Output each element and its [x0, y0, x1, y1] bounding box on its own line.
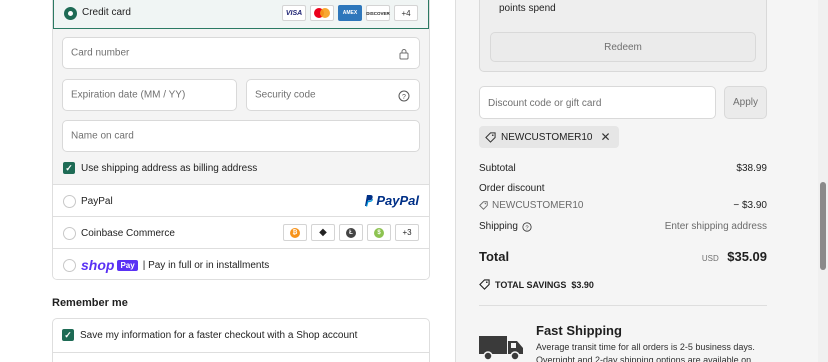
paypal-logo: PayPal — [363, 193, 419, 208]
applied-discount-chip: NEWCUSTOMER10 ✕ — [479, 126, 619, 148]
ethereum-icon: ◆ — [311, 224, 335, 241]
truck-icon — [479, 336, 523, 361]
coinbase-radio[interactable] — [63, 227, 76, 240]
more-cards-badge: +4 — [394, 5, 418, 21]
paypal-option[interactable]: PayPal PayPal — [53, 185, 429, 217]
scrollbar-thumb[interactable] — [820, 182, 826, 270]
shop-pay-text: | Pay in full or in installments — [142, 259, 270, 271]
currency-code: USD — [701, 254, 719, 263]
discount-input[interactable]: Discount code or gift card — [479, 86, 716, 119]
shop-pay-option[interactable]: shop Pay | Pay in full or in installment… — [53, 249, 429, 279]
tag-icon — [485, 131, 496, 143]
subtotal-row: Subtotal $38.99 — [479, 163, 767, 174]
rewards-box: points spend Redeem — [479, 0, 767, 72]
name-on-card-field[interactable]: Name on card — [62, 120, 420, 152]
credit-card-option[interactable]: Credit card VISA AMEX DISCOVER +4 — [53, 0, 429, 29]
card-number-field[interactable]: Card number — [62, 37, 420, 69]
savings-value: $3.90 — [571, 279, 594, 290]
checkout-form: Credit card VISA AMEX DISCOVER +4 Card n… — [0, 0, 455, 362]
credit-card-label: Credit card — [82, 7, 131, 18]
lock-icon — [399, 49, 409, 60]
shipping-row: Shipping ? Enter shipping address — [479, 221, 767, 232]
discount-code-row: NEWCUSTOMER10 − $3.90 — [479, 200, 767, 211]
visa-icon: VISA — [282, 5, 306, 21]
save-info-label: Save my information for a faster checkou… — [80, 330, 358, 341]
mastercard-icon — [310, 5, 334, 21]
shop-pay-radio[interactable] — [63, 259, 76, 272]
scrollbar[interactable] — [818, 0, 828, 362]
total-value: $35.09 — [727, 249, 767, 264]
summary-divider — [479, 305, 767, 306]
billing-checkbox[interactable]: ✓ — [63, 162, 75, 174]
tag-icon — [479, 201, 488, 210]
remove-discount-icon[interactable]: ✕ — [601, 130, 611, 144]
security-code-field[interactable]: Security code ? — [246, 79, 420, 111]
shipping-info-title: Fast Shipping — [536, 323, 622, 338]
shop-pay-logo: shop Pay | Pay in full or in installment… — [81, 257, 270, 273]
crypto-logos: ₿ ◆ Ł $ +3 — [283, 224, 419, 241]
order-summary: points spend Redeem Discount code or gif… — [455, 0, 828, 362]
order-discount-row: Order discount — [479, 183, 545, 194]
discount-value: − $3.90 — [733, 200, 767, 211]
help-icon[interactable]: ? — [398, 90, 410, 102]
shipping-value: Enter shipping address — [664, 221, 767, 232]
total-row: Total USD $35.09 — [479, 248, 767, 266]
save-info-checkbox[interactable]: ✓ — [62, 329, 74, 341]
remember-me-title: Remember me — [52, 297, 128, 309]
bitcoin-cash-icon: $ — [367, 224, 391, 241]
apply-button[interactable]: Apply — [724, 86, 767, 119]
points-text: points spend — [499, 3, 556, 14]
total-label: Total — [479, 249, 510, 264]
help-icon[interactable]: ? — [522, 221, 532, 232]
expiration-field[interactable]: Expiration date (MM / YY) — [62, 79, 237, 111]
amex-icon: AMEX — [338, 5, 362, 21]
paypal-label: PayPal — [81, 196, 113, 207]
credit-card-form: Card number Expiration date (MM / YY) Se… — [53, 29, 429, 185]
more-crypto-badge: +3 — [395, 224, 419, 241]
subtotal-value: $38.99 — [736, 163, 767, 174]
remember-me-box: ✓ Save my information for a faster check… — [52, 318, 430, 362]
billing-checkbox-label: Use shipping address as billing address — [81, 163, 258, 174]
credit-card-radio[interactable] — [64, 7, 77, 20]
remember-divider — [53, 352, 429, 353]
tag-icon — [479, 279, 490, 290]
card-brand-logos: VISA AMEX DISCOVER +4 — [282, 5, 418, 21]
paypal-icon — [365, 195, 374, 207]
svg-text:?: ? — [402, 94, 406, 101]
discount-code: NEWCUSTOMER10 — [492, 200, 584, 211]
discover-icon: DISCOVER — [366, 5, 390, 21]
applied-code: NEWCUSTOMER10 — [501, 131, 593, 143]
shipping-info-text: Average transit time for all orders is 2… — [536, 342, 755, 362]
coinbase-option[interactable]: Coinbase Commerce ₿ ◆ Ł $ +3 — [53, 217, 429, 249]
total-savings: TOTAL SAVINGS $3.90 — [479, 279, 594, 290]
litecoin-icon: Ł — [339, 224, 363, 241]
bitcoin-icon: ₿ — [283, 224, 307, 241]
payment-methods: Credit card VISA AMEX DISCOVER +4 Card n… — [52, 0, 430, 280]
coinbase-label: Coinbase Commerce — [81, 228, 175, 239]
redeem-button[interactable]: Redeem — [490, 32, 756, 62]
paypal-radio[interactable] — [63, 195, 76, 208]
